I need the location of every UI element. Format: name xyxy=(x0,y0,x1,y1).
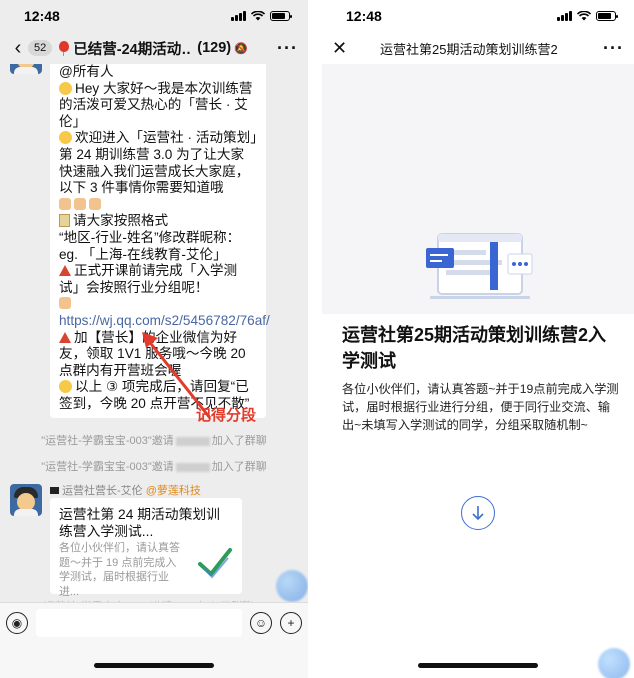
message-line: 请大家按照格式 xyxy=(59,213,257,230)
signal-icon xyxy=(231,11,246,21)
left-phone: 12:48 ‹ 52 已结营-24期活动… (129) 🔕 ··· @所有人 H… xyxy=(0,0,308,678)
download-button[interactable] xyxy=(461,496,495,530)
memo-icon xyxy=(59,214,70,228)
status-time: 12:48 xyxy=(24,8,60,24)
annotation-label: 记得分段 xyxy=(196,407,257,424)
message-line: https://wj.qq.com/s2/5456782/76af/ xyxy=(59,296,270,329)
battery-icon xyxy=(596,11,618,21)
input-bar: ◉ ☺ + xyxy=(0,602,308,642)
battery-icon xyxy=(270,11,292,21)
red-triangle-icon xyxy=(59,265,71,277)
message-line: “地区-行业-姓名”修改群昵称： xyxy=(59,229,241,245)
status-bar: 12:48 xyxy=(0,0,308,32)
graduation-cap-icon xyxy=(50,487,59,494)
floating-ball-icon[interactable] xyxy=(276,570,308,602)
chat-title[interactable]: 已结营-24期活动… xyxy=(73,38,191,59)
mute-icon: 🔕 xyxy=(234,42,248,55)
more-icon[interactable]: ··· xyxy=(277,38,298,59)
card-desc: 各位小伙伴们，请认真答题～并于 19 点前完成入学测试，届时根据行业进... xyxy=(59,542,180,598)
floating-ball-icon[interactable] xyxy=(598,648,630,678)
status-time: 12:48 xyxy=(346,8,382,24)
smile-emoji-icon xyxy=(59,81,72,95)
survey-link[interactable]: https://wj.qq.com/s2/5456782/76af/ xyxy=(59,313,270,328)
status-icons xyxy=(557,11,618,21)
voice-icon[interactable]: ◉ xyxy=(6,611,28,634)
message-input[interactable] xyxy=(36,608,242,637)
wifi-icon xyxy=(251,11,265,21)
message-line: 正式开课前请完成「入学测试」会按照行业分组呢！ xyxy=(59,263,238,295)
red-triangle-icon xyxy=(59,331,71,343)
sender-avatar[interactable] xyxy=(10,484,42,516)
download-icon xyxy=(472,506,484,521)
hands-row xyxy=(59,197,257,214)
message-line: @所有人 xyxy=(59,64,114,79)
back-icon[interactable]: ‹ xyxy=(10,37,26,59)
sender-name: 运营社营长-艾伦 @萝莲科技 xyxy=(50,482,201,498)
member-count: (129) xyxy=(197,40,232,56)
home-area xyxy=(0,642,308,678)
right-phone: 12:48 ✕ 运营社第25期活动策划训练营2 ··· 运营社第25期活动策划训… xyxy=(322,0,634,678)
unread-badge[interactable]: 52 xyxy=(28,40,53,56)
chat-header: ‹ 52 已结营-24期活动… (129) 🔕 ··· xyxy=(0,32,308,64)
balloon-icon xyxy=(58,41,70,56)
avatar[interactable] xyxy=(10,64,42,74)
survey-card[interactable]: 运营社第 24 期活动策划训练营入学测试... 各位小伙伴们，请认真答题～并于 … xyxy=(50,498,242,598)
message-line: Hey 大家好～我是本次训练营的活泼可爱又热心的「营长 · 艾伦」 xyxy=(59,80,253,129)
wifi-icon xyxy=(577,11,591,21)
system-message: "运营社-学霸宝宝-003"邀请 加入了群聊 xyxy=(41,435,267,447)
home-indicator[interactable] xyxy=(418,663,538,668)
message-line: eg. 「上海-在线教育-艾伦」 xyxy=(59,246,227,262)
form-title: 运营社第25期活动策划训练营2入学测试 xyxy=(342,325,607,371)
survey-illustration-icon xyxy=(426,233,533,299)
point-down-icon xyxy=(59,197,71,210)
check-icon xyxy=(198,548,232,579)
page-title: 运营社第25期活动策划训练营2 xyxy=(380,41,558,57)
point-right-icon xyxy=(59,297,71,310)
status-bar: 12:48 xyxy=(322,0,634,32)
signal-icon xyxy=(557,11,572,21)
home-indicator[interactable] xyxy=(94,663,214,668)
close-icon[interactable]: ✕ xyxy=(332,38,352,59)
more-icon[interactable]: ··· xyxy=(603,38,624,59)
point-down-icon xyxy=(89,197,101,210)
page-header: ✕ 运营社第25期活动策划训练营2 ··· xyxy=(322,32,634,64)
system-message: "运营社-学霸宝宝-003"邀请 加入了群聊 xyxy=(41,461,267,473)
grin-emoji-icon xyxy=(59,131,72,145)
point-down-icon xyxy=(74,197,86,210)
message-line: 欢迎进入「运营社 · 活动策划」第 24 期训练营 3.0 为了让大家快速融入我… xyxy=(59,130,257,196)
smile-emoji-icon xyxy=(59,380,72,394)
form-description: 各位小伙伴们，请认真答题~并于19点前完成入学测试，届时根据行业进行分组，便于同… xyxy=(342,382,619,432)
emoji-icon[interactable]: ☺ xyxy=(250,611,272,634)
divider xyxy=(308,0,322,678)
status-icons xyxy=(231,11,292,21)
plus-icon[interactable]: + xyxy=(280,611,302,634)
card-title: 运营社第 24 期活动策划训练营入学测试... xyxy=(59,507,220,539)
